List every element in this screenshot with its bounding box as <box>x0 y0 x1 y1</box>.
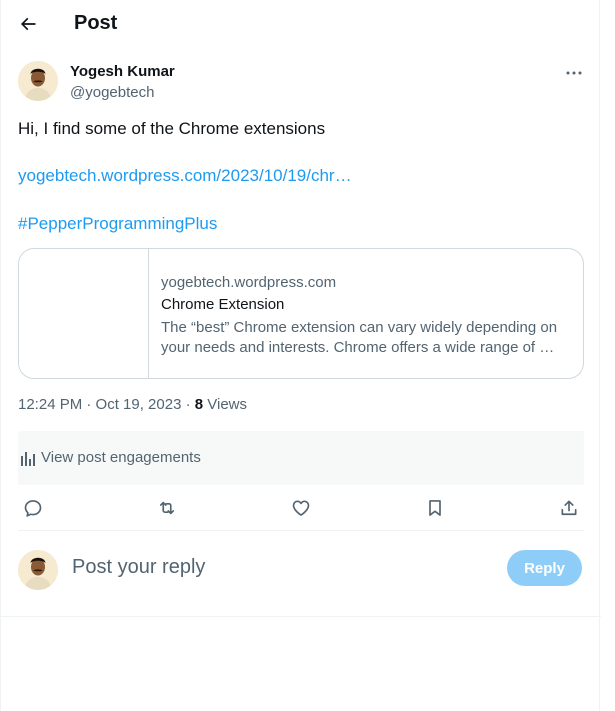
share-icon <box>561 500 577 516</box>
avatar-image <box>18 61 58 101</box>
author-avatar[interactable] <box>18 61 58 101</box>
author-handle[interactable]: @yogebtech <box>70 84 154 101</box>
share-action-button[interactable] <box>554 496 584 520</box>
action-bar <box>18 486 584 531</box>
more-options-button[interactable] <box>561 60 587 86</box>
header: Post <box>1 0 601 48</box>
analytics-icon <box>21 452 35 466</box>
back-button[interactable] <box>11 7 45 41</box>
section-divider <box>1 616 601 617</box>
arrow-left-icon <box>20 17 36 31</box>
author-name[interactable]: Yogesh Kumar <box>70 63 175 80</box>
post-text: Hi, I find some of the Chrome extensions <box>18 119 326 138</box>
reply-icon <box>24 500 42 517</box>
reply-input[interactable]: Post your reply <box>72 556 205 579</box>
views-label: Views <box>203 396 248 413</box>
reply-button[interactable]: Reply <box>507 550 582 586</box>
link-preview-card[interactable]: yogebtech.wordpress.com Chrome Extension… <box>18 248 584 379</box>
page-title: Post <box>74 12 118 34</box>
repost-icon <box>159 501 175 515</box>
card-thumbnail <box>19 249 149 378</box>
bookmark-action-button[interactable] <box>420 496 450 520</box>
post-timestamp[interactable]: 12:24 PM · Oct 19, 2023 · <box>18 396 195 413</box>
card-domain: yogebtech.wordpress.com <box>161 274 337 291</box>
card-title: Chrome Extension <box>161 296 285 313</box>
heart-icon <box>292 500 310 516</box>
more-dots-icon <box>566 71 582 75</box>
post-link[interactable]: yogebtech.wordpress.com/2023/10/19/chr… <box>18 165 352 187</box>
post-detail-column: Post Yogesh Kumar @yogebtech Hi, I find … <box>0 0 601 711</box>
like-action-button[interactable] <box>286 496 316 520</box>
view-engagements-button[interactable]: View post engagements <box>18 431 584 485</box>
post-meta: 12:24 PM · Oct 19, 2023 · 8 Views <box>18 396 247 413</box>
repost-action-button[interactable] <box>152 496 182 520</box>
engagements-label: View post engagements <box>41 449 201 466</box>
reply-action-button[interactable] <box>18 496 48 520</box>
bookmark-icon <box>429 500 441 516</box>
reply-avatar <box>18 550 58 590</box>
views-count: 8 <box>194 396 204 413</box>
card-description: The “best” Chrome extension can vary wid… <box>161 319 558 356</box>
avatar-image <box>18 550 58 590</box>
post-hashtag[interactable]: #PepperProgrammingPlus <box>18 213 217 235</box>
